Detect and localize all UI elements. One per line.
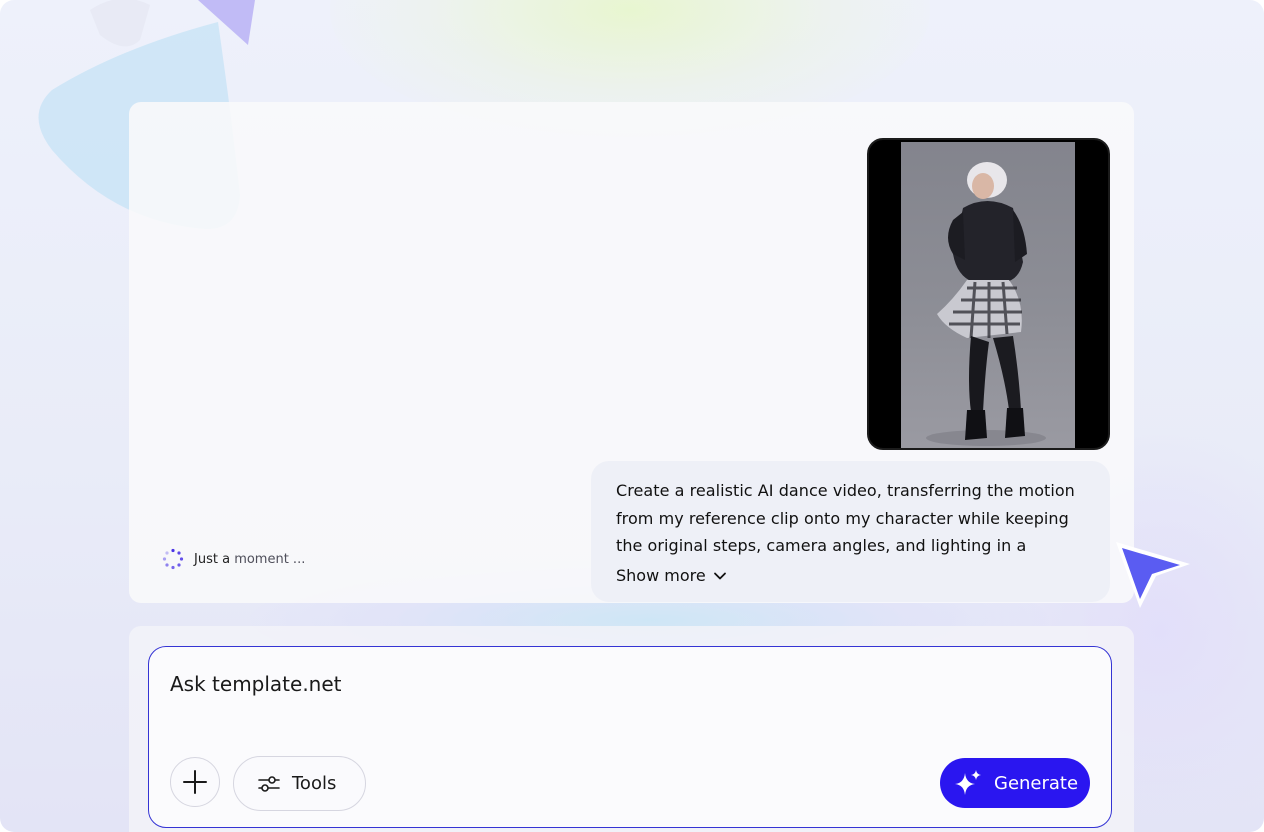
status-text-strong: Just a: [194, 551, 231, 567]
generate-label: Generate: [994, 772, 1079, 794]
spinner-icon: [162, 548, 184, 570]
prompt-composer: Ask template.net Tools Generate: [148, 646, 1112, 828]
plus-icon: [183, 770, 207, 794]
reference-image[interactable]: [867, 138, 1110, 450]
dancer-figure: [926, 162, 1046, 446]
app-canvas: Create a realistic AI dance video, trans…: [0, 0, 1264, 832]
sliders-icon: [258, 775, 280, 792]
prompt-input[interactable]: Ask template.net: [170, 672, 1070, 696]
chevron-down-icon: [713, 572, 726, 579]
generation-status: Just a moment ...: [162, 548, 305, 570]
pointer-arrow-icon: [1116, 542, 1190, 608]
generate-button[interactable]: Generate: [940, 758, 1090, 808]
reference-image-frame: [901, 142, 1075, 448]
status-text-soft: moment ...: [234, 551, 306, 567]
show-more-label: Show more: [616, 566, 706, 585]
user-message-bubble: Create a realistic AI dance video, trans…: [591, 461, 1110, 602]
user-message-text: Create a realistic AI dance video, trans…: [616, 481, 1075, 555]
tools-button[interactable]: Tools: [233, 756, 366, 811]
sparkle-icon: [955, 770, 981, 795]
show-more-button[interactable]: Show more: [616, 566, 728, 585]
tools-label: Tools: [292, 773, 337, 794]
add-attachment-button[interactable]: [170, 757, 220, 807]
